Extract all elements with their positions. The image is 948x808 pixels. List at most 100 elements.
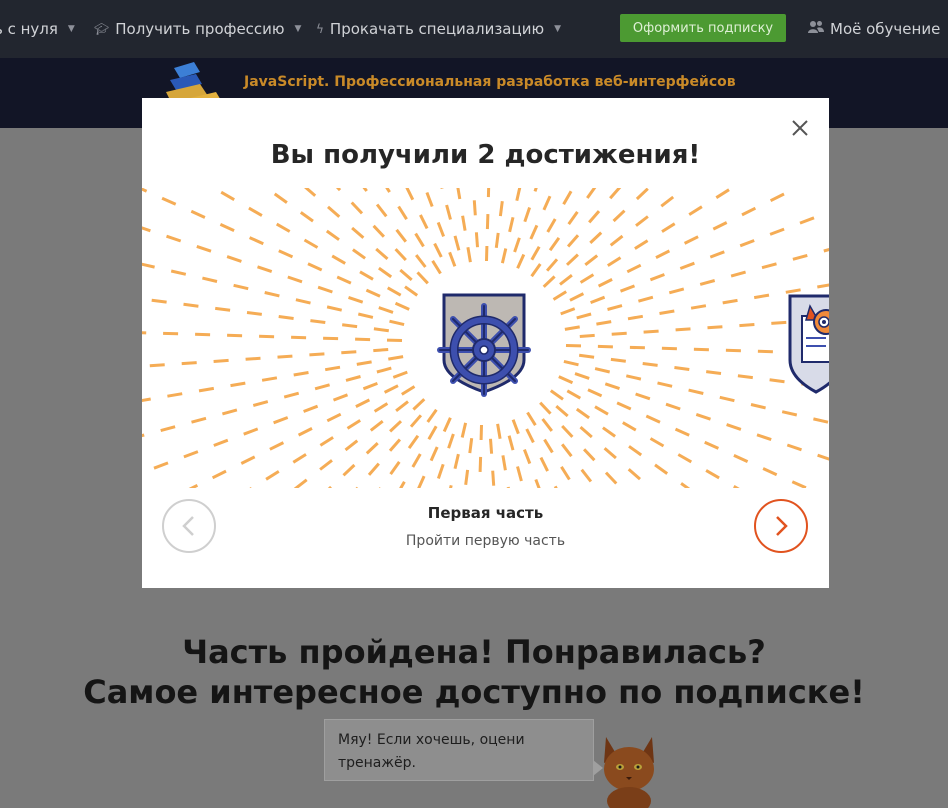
sunburst-dash: [594, 367, 611, 374]
subscribe-button[interactable]: Оформить подписку: [620, 14, 786, 42]
sunburst-dash: [609, 188, 622, 200]
sunburst-dash: [466, 247, 472, 263]
sunburst-dash: [213, 358, 229, 363]
sunburst-dash: [704, 440, 720, 450]
sunburst-dash: [429, 446, 439, 462]
sunburst-dash: [394, 301, 410, 311]
sunburst-dash: [574, 372, 590, 380]
sunburst-dash: [426, 408, 438, 423]
sunburst-dash: [679, 261, 695, 270]
sunburst-dash: [733, 485, 740, 488]
sunburst-dash: [362, 188, 368, 192]
sunburst-dash: [654, 463, 669, 475]
sunburst-dash: [275, 222, 291, 233]
sunburst-dash: [579, 333, 595, 338]
sunburst-dash: [586, 188, 597, 199]
sunburst-dash: [567, 211, 579, 225]
sunburst-dash: [352, 248, 366, 260]
sunburst-dash: [183, 302, 199, 308]
sunburst-dash: [511, 419, 520, 435]
sunburst-dash: [584, 254, 599, 266]
sunburst-dash: [414, 232, 425, 248]
sunburst-dash: [181, 361, 197, 366]
page-headline: Часть пройдена! Понравилась? Самое интер…: [0, 632, 948, 712]
sunburst-dash: [579, 353, 595, 359]
sunburst-dash: [319, 436, 334, 447]
cat-document-badge-icon: [788, 294, 829, 394]
sunburst-dash: [392, 370, 408, 379]
sunburst-dash: [737, 374, 753, 380]
sunburst-dash: [553, 485, 558, 488]
sunburst-dash: [709, 250, 725, 259]
sunburst-dash: [344, 439, 359, 452]
sunburst-dash: [153, 461, 169, 470]
sunburst-dash: [331, 254, 346, 265]
sunburst-dash: [170, 269, 187, 276]
sunburst-dash: [526, 411, 537, 426]
nav-item-basics[interactable]: ь с нуля ▼: [0, 19, 75, 39]
sunburst-dash: [523, 207, 532, 223]
sunburst-dash: [529, 224, 539, 240]
sunburst-dash: [626, 263, 642, 274]
sunburst-dash: [373, 402, 389, 413]
sunburst-dash: [345, 375, 361, 382]
sunburst-dash: [291, 335, 307, 340]
sunburst-dash: [261, 376, 278, 382]
sunburst-dash: [539, 456, 549, 472]
sunburst-dash: [549, 389, 564, 401]
next-achievement-button[interactable]: [754, 499, 808, 553]
nav-item-specialization[interactable]: ϟ Прокачать специализацию ▼: [316, 19, 561, 39]
sunburst-dash: [643, 329, 659, 334]
sunburst-dash: [407, 434, 420, 449]
sunburst-dash: [813, 417, 829, 424]
sunburst-dash: [378, 306, 394, 314]
headline-line-2: Самое интересное доступно по подписке!: [83, 673, 865, 711]
ship-wheel-badge-icon: [437, 293, 531, 397]
my-learning-link[interactable]: Моё обучение: [808, 19, 940, 39]
sunburst-dash: [534, 478, 541, 488]
sunburst-dash: [303, 404, 319, 413]
sunburst-dash: [688, 205, 703, 216]
sunburst-dash: [564, 325, 580, 331]
sunburst-dash: [385, 188, 391, 193]
sunburst-dash: [565, 253, 579, 266]
sunburst-dash: [142, 262, 155, 269]
sunburst-dash: [579, 425, 593, 439]
sunburst-dash: [500, 248, 508, 264]
users-icon: [808, 20, 824, 38]
sunburst-dash: [326, 305, 343, 312]
nav-item-get-profession[interactable]: 🎓︎ Получить профессию ▼: [94, 19, 301, 39]
sunburst-dash: [496, 423, 502, 439]
sunburst-dash: [307, 262, 323, 272]
sunburst-dash: [297, 427, 313, 437]
sunburst-dash: [419, 214, 429, 230]
sunburst-dash: [655, 249, 671, 259]
sunburst-dash: [389, 319, 405, 327]
sunburst-dash: [719, 395, 735, 403]
sunburst-dash: [411, 453, 422, 468]
sunburst-dash: [299, 211, 314, 223]
sunburst-dash: [761, 262, 777, 270]
sunburst-dash: [273, 192, 288, 204]
sunburst-dash: [456, 188, 462, 200]
sunburst-dash: [445, 204, 452, 220]
sunburst-dash: [389, 420, 403, 433]
sunburst-dash: [675, 327, 691, 332]
sunburst-dash: [213, 438, 229, 447]
sunburst-dash: [252, 400, 269, 407]
course-title: JavaScript. Профессиональная разработка …: [244, 74, 736, 90]
sunburst-dash: [596, 320, 612, 326]
sunburst-dash: [762, 467, 778, 477]
modal-title: Вы получили 2 достижения!: [270, 140, 701, 170]
sunburst-dash: [589, 231, 603, 244]
sunburst-dash: [799, 216, 815, 225]
sunburst-dash: [739, 239, 755, 248]
sunburst-dash: [753, 293, 770, 300]
sunburst-dash: [523, 449, 532, 465]
sunburst-dash: [622, 421, 637, 432]
sunburst-dash: [542, 195, 552, 211]
sunburst-dash: [388, 355, 404, 361]
sunburst-dash: [404, 285, 419, 297]
sunburst-dash: [657, 381, 673, 388]
close-button[interactable]: [788, 116, 812, 140]
